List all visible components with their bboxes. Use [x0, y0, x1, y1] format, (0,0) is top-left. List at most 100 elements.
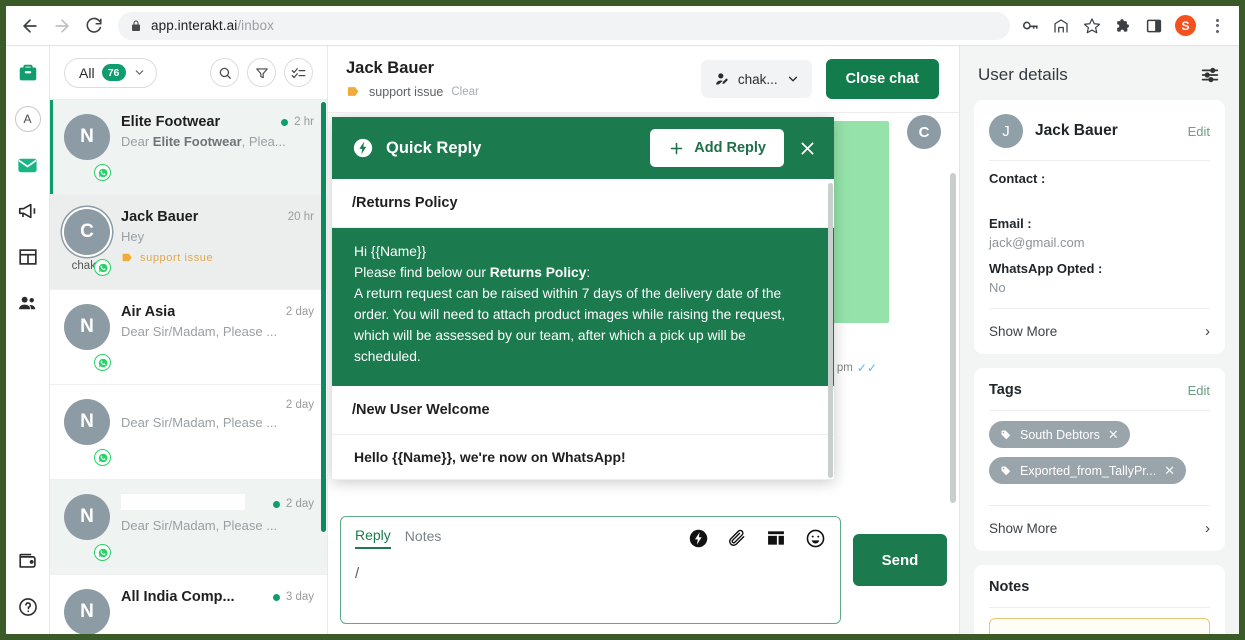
- clear-tag-link[interactable]: Clear: [451, 86, 478, 98]
- back-arrow-icon[interactable]: [16, 12, 44, 40]
- quick-reply-scrollbar[interactable]: [828, 183, 833, 478]
- divider: [989, 607, 1210, 608]
- show-more-profile[interactable]: Show More ›: [989, 319, 1210, 340]
- send-button[interactable]: Send: [853, 534, 947, 586]
- list-item-body: Air Asia 2 day Dear Sir/Madam, Please ..…: [121, 304, 314, 370]
- whatsapp-icon: [94, 164, 111, 181]
- url-domain: app.interakt.ai: [151, 18, 238, 33]
- edit-tags-link[interactable]: Edit: [1188, 383, 1210, 398]
- conversation-name: Jack Bauer: [121, 209, 199, 225]
- search-icon[interactable]: [210, 58, 239, 87]
- attachment-clip-icon[interactable]: [726, 527, 748, 549]
- conversation-name: Elite Footwear: [121, 114, 221, 130]
- note-entry[interactable]: [989, 618, 1210, 634]
- filter-all-dropdown[interactable]: All 76: [64, 57, 157, 88]
- chevron-down-icon: [786, 72, 800, 86]
- show-more-tags[interactable]: Show More ›: [989, 516, 1210, 537]
- avatar: N: [64, 494, 111, 561]
- chat-header: Jack Bauer support issue Clear chak... C…: [328, 46, 959, 113]
- list-item-selected[interactable]: C chakri Jack Bauer 20 hr Hey support is…: [50, 195, 327, 290]
- key-icon[interactable]: [1020, 16, 1040, 36]
- profile-card: J Jack Bauer Edit Contact : Email : jack…: [974, 100, 1225, 354]
- tag-icon: [121, 251, 134, 264]
- sidebar-item-campaigns[interactable]: [15, 198, 41, 224]
- sliders-icon[interactable]: [1199, 64, 1221, 86]
- sidebar-item-help[interactable]: [15, 594, 41, 620]
- reload-icon[interactable]: [80, 12, 108, 40]
- extensions-puzzle-icon[interactable]: [1113, 16, 1133, 36]
- bookmark-star-icon[interactable]: [1082, 16, 1102, 36]
- quick-reply-command[interactable]: /Returns Policy: [332, 179, 834, 228]
- edit-profile-link[interactable]: Edit: [1188, 124, 1210, 139]
- tab-reply[interactable]: Reply: [355, 527, 391, 549]
- list-item-body: Elite Footwear 2 hr Dear Elite Footwear,…: [121, 114, 314, 180]
- notes-card: Notes: [974, 565, 1225, 634]
- quick-reply-title: Quick Reply: [386, 138, 482, 157]
- avatar: J: [989, 114, 1023, 148]
- tag-icon: [1000, 465, 1012, 477]
- list-item[interactable]: N All India Comp... 3 day: [50, 575, 327, 634]
- conversation-scroll-area[interactable]: N Elite Footwear 2 hr Dear Elite Footwea…: [50, 100, 327, 634]
- list-item[interactable]: N Air Asia 2 day Dear Sir/Madam, Please: [50, 290, 327, 385]
- forward-arrow-icon[interactable]: [48, 12, 76, 40]
- quick-reply-bold-fragment: Returns Policy: [489, 264, 587, 280]
- conversation-preview: Dear Elite Footwear, Plea...: [121, 134, 314, 149]
- share-icon[interactable]: [1051, 16, 1071, 36]
- preview-bold: Elite Footwear: [152, 134, 242, 149]
- tag-chip-label: Exported_from_TallyPr...: [1020, 463, 1157, 478]
- assignee-dropdown[interactable]: chak...: [700, 60, 812, 98]
- tag-chip[interactable]: Exported_from_TallyPr... ✕: [989, 457, 1187, 484]
- filter-icon[interactable]: [247, 58, 276, 87]
- browser-actions: S: [1020, 15, 1229, 36]
- list-item[interactable]: N Elite Footwear 2 hr Dear Elite Footwea…: [50, 100, 327, 195]
- list-item[interactable]: N 2 day Dear Sir/Madam, Please ...: [50, 385, 327, 480]
- mark-read-icon[interactable]: [284, 58, 313, 87]
- quick-reply-bolt-icon[interactable]: [687, 527, 709, 549]
- remove-tag-icon[interactable]: ✕: [1164, 463, 1175, 479]
- user-details-panel: User details J Jack Bauer Edit Contact :…: [959, 46, 1239, 634]
- kebab-menu-icon[interactable]: [1207, 16, 1227, 36]
- url-path: /inbox: [237, 18, 274, 33]
- quick-reply-command[interactable]: /New User Welcome: [332, 385, 834, 435]
- list-item-body: All India Comp... 3 day: [121, 589, 314, 634]
- sidebar-item-contacts[interactable]: [15, 290, 41, 316]
- account-badge-icon[interactable]: A: [14, 106, 41, 132]
- remove-tag-icon[interactable]: ✕: [1108, 427, 1119, 443]
- message-input[interactable]: /: [355, 565, 826, 582]
- conversation-time: 2 day: [285, 306, 314, 318]
- template-icon[interactable]: [765, 527, 787, 549]
- side-panel-icon[interactable]: [1144, 16, 1164, 36]
- field-value-whatsapp-opted: No: [989, 280, 1006, 295]
- sidebar-item-wallet[interactable]: [15, 548, 41, 574]
- composer-tabs: Reply Notes: [355, 527, 826, 549]
- add-reply-label: Add Reply: [694, 140, 766, 156]
- avatar: C chakri: [64, 209, 111, 276]
- avatar: N: [64, 304, 111, 371]
- tags-title: Tags: [989, 382, 1022, 398]
- avatar-initial: N: [64, 399, 110, 445]
- close-chat-button[interactable]: Close chat: [825, 59, 939, 99]
- emoji-icon[interactable]: [804, 527, 826, 549]
- close-icon[interactable]: [796, 137, 818, 159]
- brand-logo-icon[interactable]: [15, 60, 41, 86]
- composer-box[interactable]: Reply Notes /: [340, 516, 841, 624]
- address-bar[interactable]: app.interakt.ai/inbox: [118, 11, 1010, 40]
- quick-reply-body[interactable]: Hello {{Name}}, we're now on WhatsApp!: [332, 434, 834, 480]
- conversation-scrollbar[interactable]: [321, 102, 326, 532]
- chat-scrollbar[interactable]: [950, 173, 956, 503]
- list-item-body: 2 day Dear Sir/Madam, Please ...: [121, 399, 314, 465]
- quick-reply-body-selected[interactable]: Hi {{Name}} Please find below our Return…: [332, 228, 834, 386]
- divider: [989, 308, 1210, 309]
- tag-chip[interactable]: South Debtors ✕: [989, 421, 1130, 448]
- sidebar-item-catalog[interactable]: [15, 244, 41, 270]
- list-item[interactable]: N 2 day Dear Sir/Madam, Please ...: [50, 480, 327, 575]
- unread-dot: [272, 593, 280, 601]
- chat-messages-area[interactable]: C ing d 38 pm ✓✓: [328, 113, 959, 510]
- lightning-bolt-icon: [352, 137, 374, 159]
- conversation-preview: Dear Sir/Madam, Please ...: [121, 518, 278, 533]
- tab-notes[interactable]: Notes: [405, 528, 442, 548]
- read-receipt-icon: ✓✓: [856, 361, 877, 375]
- add-reply-button[interactable]: Add Reply: [650, 129, 784, 167]
- profile-avatar[interactable]: S: [1175, 15, 1196, 36]
- sidebar-item-inbox[interactable]: [15, 152, 41, 178]
